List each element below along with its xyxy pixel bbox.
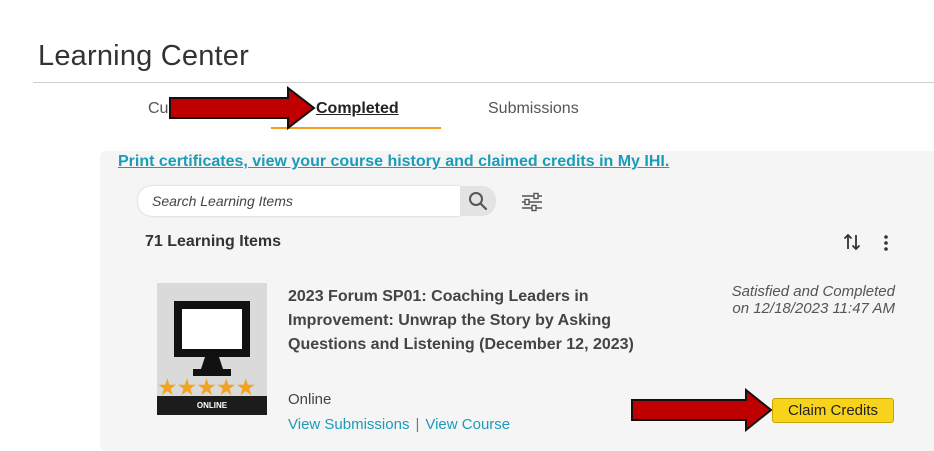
- item-count: 71 Learning Items: [145, 233, 282, 250]
- search-input[interactable]: Search Learning Items: [138, 186, 460, 216]
- page-title: Learning Center: [38, 40, 249, 72]
- format-badge: ONLINE: [157, 396, 267, 415]
- filter-sliders-icon[interactable]: [520, 192, 544, 212]
- red-arrow-icon: [169, 86, 316, 130]
- red-arrow-icon: [631, 388, 773, 432]
- course-format: Online: [288, 391, 332, 408]
- search-icon: [469, 192, 488, 211]
- print-certificates-link[interactable]: Print certificates, view your course his…: [118, 153, 669, 171]
- link-separator: |: [415, 416, 420, 433]
- claim-credits-button[interactable]: Claim Credits: [772, 398, 894, 423]
- sort-icon[interactable]: [843, 233, 861, 251]
- view-course-link[interactable]: View Course: [425, 416, 510, 433]
- rating-stars: ★★★★★: [157, 377, 256, 397]
- course-title: 2023 Forum SP01: Coaching Leaders in Imp…: [288, 288, 634, 353]
- view-submissions-link[interactable]: View Submissions: [288, 416, 409, 433]
- tab-submissions[interactable]: Submissions: [488, 100, 579, 118]
- search-button[interactable]: [460, 186, 496, 216]
- course-actions: View Submissions | View Course: [288, 416, 510, 433]
- more-vertical-icon[interactable]: [882, 233, 890, 253]
- tab-completed[interactable]: Completed: [316, 100, 399, 118]
- monitor-icon: [174, 301, 250, 376]
- tab-current[interactable]: Cu: [148, 100, 168, 118]
- completion-status: Satisfied and Completed on 12/18/2023 11…: [731, 283, 895, 317]
- title-divider: [33, 82, 934, 83]
